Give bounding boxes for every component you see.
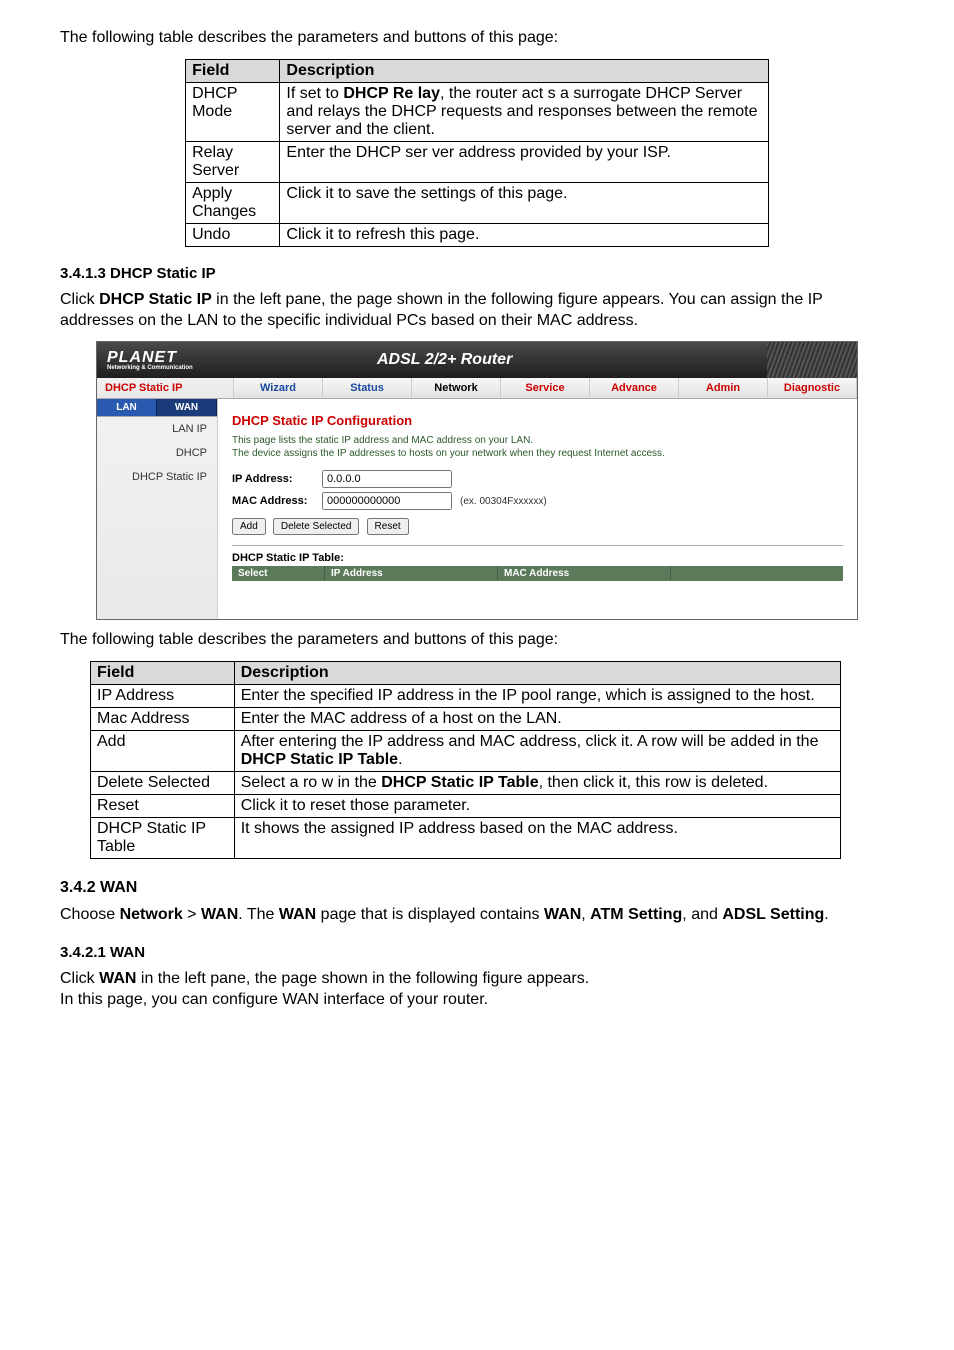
product-title: ADSL 2/2+ Router	[227, 351, 767, 369]
router-screenshot: PLANET Networking & Communication ADSL 2…	[96, 341, 858, 620]
nav-wizard[interactable]: Wizard	[234, 378, 323, 398]
section-heading-wan-sub: 3.4.2.1 WAN	[60, 944, 894, 961]
divider	[232, 545, 843, 546]
logo-text: PLANET	[107, 349, 177, 366]
intro-text: The following table describes the parame…	[60, 28, 894, 49]
sidebar-item-lan-ip[interactable]: LAN IP	[97, 417, 217, 441]
logo-subtext: Networking & Communication	[107, 365, 227, 371]
router-header: PLANET Networking & Communication ADSL 2…	[97, 342, 857, 378]
reset-button[interactable]	[367, 518, 409, 535]
table-row: Undo Click it to refresh this page.	[186, 223, 769, 246]
sidebar-item-dhcp-static-ip[interactable]: DHCP Static IP	[97, 465, 217, 489]
th-desc: Description	[234, 662, 840, 685]
dhcp-mode-table: Field Description DHCP Mode If set to DH…	[185, 59, 769, 247]
table-row: DHCP Static IP Table It shows the assign…	[91, 818, 841, 859]
section-para: Click DHCP Static IP in the left pane, t…	[60, 290, 894, 332]
subtab-lan[interactable]: LAN	[97, 399, 157, 416]
ip-address-input[interactable]	[322, 470, 452, 488]
intro-text-2: The following table describes the parame…	[60, 630, 894, 651]
th-desc: Description	[280, 59, 768, 82]
nav-admin[interactable]: Admin	[679, 378, 768, 398]
nav-status[interactable]: Status	[323, 378, 412, 398]
col-ip: IP Address	[325, 566, 498, 581]
section-para-wan: Choose Network > WAN. The WAN page that …	[60, 905, 894, 926]
table-row: Mac Address Enter the MAC address of a h…	[91, 708, 841, 731]
table-row: Relay Server Enter the DHCP ser ver addr…	[186, 141, 769, 182]
router-main: DHCP Static IP Configuration This page l…	[218, 399, 857, 619]
table-row: Delete Selected Select a ro w in the DHC…	[91, 772, 841, 795]
nav-advance[interactable]: Advance	[590, 378, 679, 398]
nav-service[interactable]: Service	[501, 378, 590, 398]
table-row: DHCP Mode If set to DHCP Re lay, the rou…	[186, 82, 769, 141]
main-title: DHCP Static IP Configuration	[232, 413, 843, 428]
delete-selected-button[interactable]	[273, 518, 360, 535]
logo: PLANET Networking & Communication	[97, 349, 227, 371]
router-sidebar: LAN WAN LAN IP DHCP DHCP Static IP	[97, 399, 218, 619]
dhcp-static-ip-table: Field Description IP Address Enter the s…	[90, 661, 841, 859]
th-field: Field	[186, 59, 280, 82]
help-text: This page lists the static IP address an…	[232, 434, 843, 460]
mac-address-label: MAC Address:	[232, 495, 322, 507]
nav-side-label: DHCP Static IP	[97, 378, 234, 398]
table-row: Apply Changes Click it to save the setti…	[186, 182, 769, 223]
nav-diagnostic[interactable]: Diagnostic	[768, 378, 857, 398]
section-heading-dhcp-static-ip: 3.4.1.3 DHCP Static IP	[60, 265, 894, 282]
ip-address-label: IP Address:	[232, 473, 322, 485]
sidebar-item-dhcp[interactable]: DHCP	[97, 441, 217, 465]
nav-network[interactable]: Network	[412, 378, 501, 398]
section-para-wan-sub: Click WAN in the left pane, the page sho…	[60, 969, 894, 1011]
table-row: IP Address Enter the specified IP addres…	[91, 685, 841, 708]
col-mac: MAC Address	[498, 566, 671, 581]
add-button[interactable]	[232, 518, 266, 535]
subtab-wan[interactable]: WAN	[157, 399, 217, 416]
mac-address-input[interactable]	[322, 492, 452, 510]
table-row: Reset Click it to reset those parameter.	[91, 795, 841, 818]
col-select: Select	[232, 566, 325, 581]
section-heading-wan: 3.4.2 WAN	[60, 879, 894, 897]
static-ip-table-header: Select IP Address MAC Address	[232, 566, 843, 581]
header-pattern	[767, 342, 857, 378]
table-row: Add After entering the IP address and MA…	[91, 731, 841, 772]
th-field: Field	[91, 662, 235, 685]
mac-hint: (ex. 00304Fxxxxxx)	[460, 496, 547, 507]
static-ip-table-label: DHCP Static IP Table:	[232, 552, 843, 564]
router-nav: DHCP Static IP Wizard Status Network Ser…	[97, 378, 857, 399]
